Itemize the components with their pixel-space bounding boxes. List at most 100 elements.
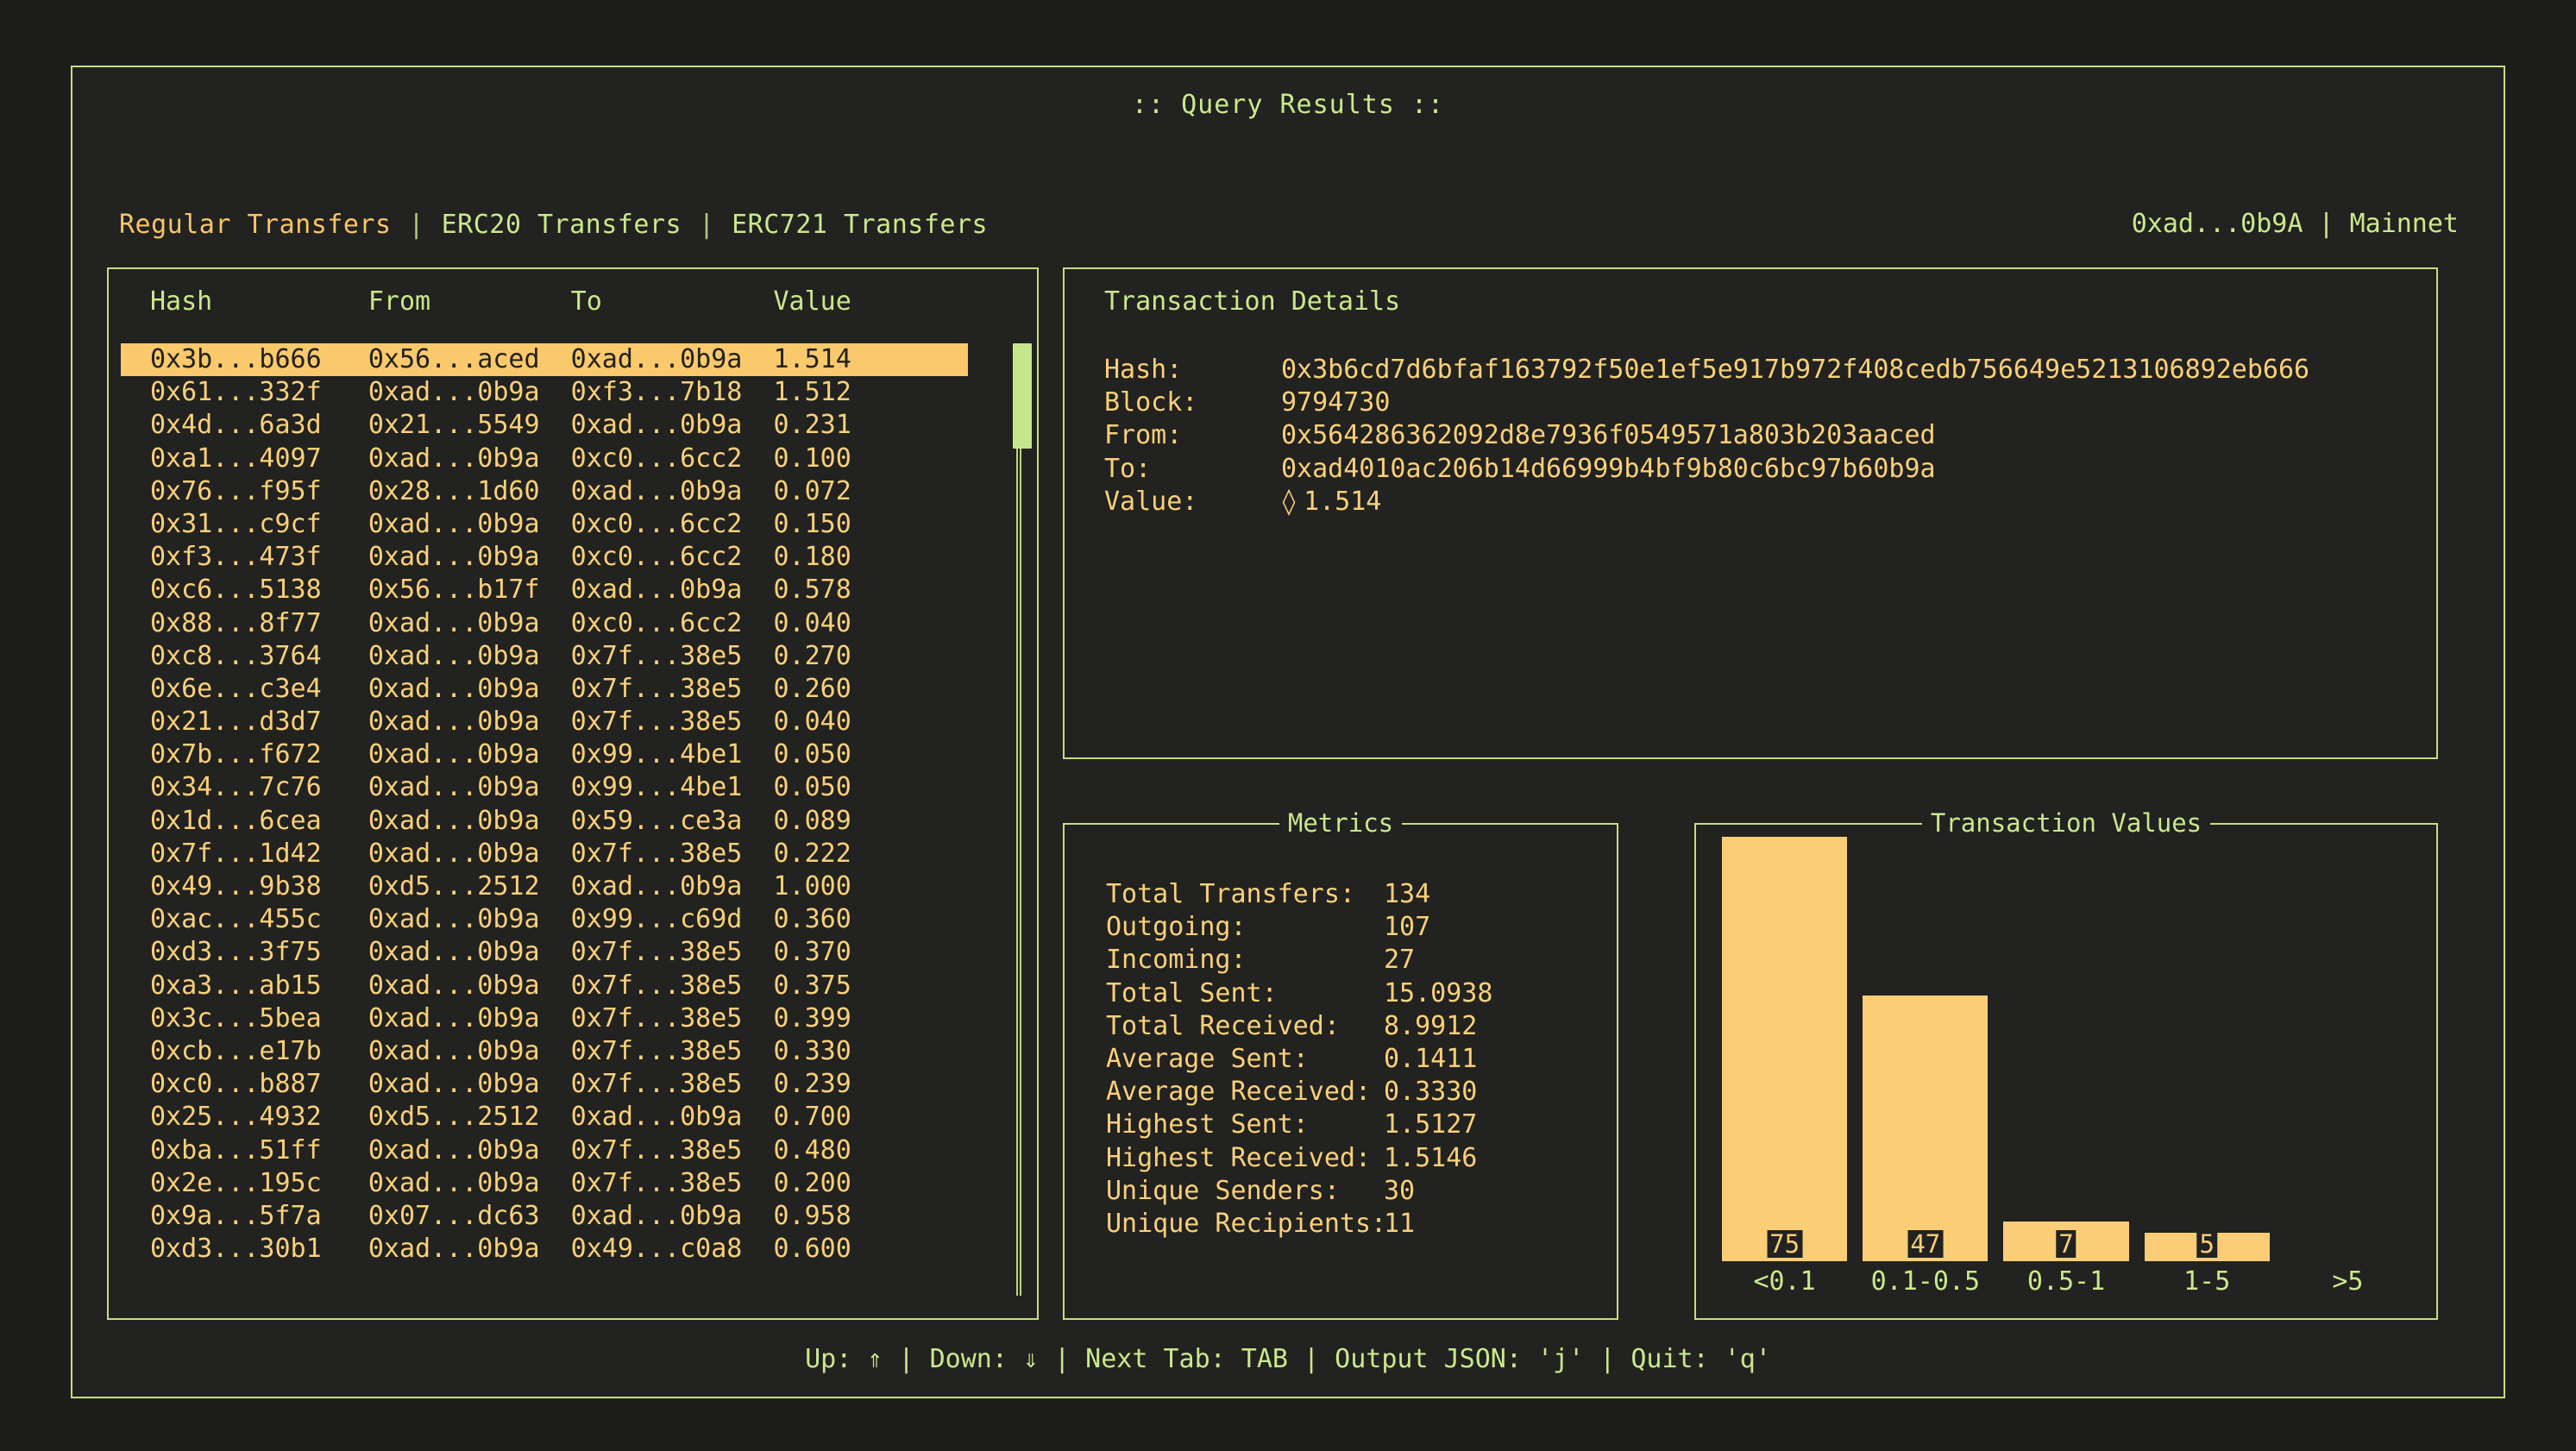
metric-key: Total Transfers:: [1106, 878, 1384, 911]
table-row[interactable]: 0xba...51ff 0xad...0b9a 0x7f...38e5 0.48…: [121, 1134, 999, 1167]
metric-row: Highest Received:1.5146: [1106, 1142, 1605, 1175]
metric-row: Average Received:0.3330: [1106, 1076, 1605, 1109]
detail-row: Block:9794730: [1104, 386, 2419, 419]
table-row[interactable]: 0xa1...4097 0xad...0b9a 0xc0...6cc2 0.10…: [121, 443, 999, 475]
table-row[interactable]: 0x7f...1d42 0xad...0b9a 0x7f...38e5 0.22…: [121, 838, 999, 870]
account-network-status: 0xad...0b9A | Mainnet: [2132, 205, 2459, 243]
application-frame: :: Query Results :: Regular Transfers | …: [71, 66, 2505, 1398]
chart-bar: 7: [2003, 1222, 2128, 1261]
table-row[interactable]: 0xa3...ab15 0xad...0b9a 0x7f...38e5 0.37…: [121, 970, 999, 1002]
chart-x-tick-label: <0.1: [1722, 1263, 1847, 1301]
tab-erc20-transfers[interactable]: ERC20 Transfers: [440, 210, 683, 240]
table-row[interactable]: 0x7b...f672 0xad...0b9a 0x99...4be1 0.05…: [121, 738, 999, 771]
detail-row: From:0x564286362092d8e7936f0549571a803b2…: [1104, 419, 2419, 452]
transaction-values-chart-panel: Transaction Values 754775 <0.10.1-0.50.5…: [1694, 823, 2438, 1320]
metric-key: Highest Received:: [1106, 1142, 1384, 1175]
metric-row: Incoming:27: [1106, 944, 1605, 977]
table-row[interactable]: 0xd3...3f75 0xad...0b9a 0x7f...38e5 0.37…: [121, 936, 999, 969]
table-row[interactable]: 0x76...f95f 0x28...1d60 0xad...0b9a 0.07…: [121, 475, 999, 508]
metric-key: Total Received:: [1106, 1010, 1384, 1043]
table-row[interactable]: 0x34...7c76 0xad...0b9a 0x99...4be1 0.05…: [121, 771, 999, 804]
tab-erc721-transfers[interactable]: ERC721 Transfers: [730, 210, 990, 240]
metric-value: 15.0938: [1384, 977, 1492, 1010]
table-row[interactable]: 0xc6...5138 0x56...b17f 0xad...0b9a 0.57…: [121, 574, 999, 606]
table-row[interactable]: 0x2e...195c 0xad...0b9a 0x7f...38e5 0.20…: [121, 1167, 999, 1200]
table-row[interactable]: 0x4d...6a3d 0x21...5549 0xad...0b9a 0.23…: [121, 409, 999, 442]
table-row[interactable]: 0x49...9b38 0xd5...2512 0xad...0b9a 1.00…: [121, 870, 999, 903]
table-row[interactable]: 0xc8...3764 0xad...0b9a 0x7f...38e5 0.27…: [121, 640, 999, 673]
metric-key: Outgoing:: [1106, 911, 1384, 944]
metric-row: Highest Sent:1.5127: [1106, 1109, 1605, 1141]
table-row[interactable]: 0xac...455c 0xad...0b9a 0x99...c69d 0.36…: [121, 903, 999, 936]
detail-key: Hash:: [1104, 354, 1281, 386]
table-row[interactable]: 0x6e...c3e4 0xad...0b9a 0x7f...38e5 0.26…: [121, 673, 999, 706]
table-row[interactable]: 0x9a...5f7a 0x07...dc63 0xad...0b9a 0.95…: [121, 1200, 999, 1233]
chart-x-tick-label: >5: [2285, 1263, 2410, 1301]
keyboard-help-bar: Up: ⇑ | Down: ⇓ | Next Tab: TAB | Output…: [72, 1344, 2504, 1374]
metric-row: Unique Senders:30: [1106, 1175, 1605, 1208]
detail-row: Hash:0x3b6cd7d6bfaf163792f50e1ef5e917b97…: [1104, 354, 2419, 386]
metric-row: Outgoing:107: [1106, 911, 1605, 944]
table-row[interactable]: 0x3b...b666 0x56...aced 0xad...0b9a 1.51…: [121, 343, 968, 376]
table-scrollbar-thumb[interactable]: [1013, 343, 1032, 449]
table-row[interactable]: 0xcb...e17b 0xad...0b9a 0x7f...38e5 0.33…: [121, 1035, 999, 1068]
transfers-table-body[interactable]: 0x3b...b666 0x56...aced 0xad...0b9a 1.51…: [121, 343, 999, 1308]
table-header-row: Hash From To Value: [150, 286, 851, 317]
detail-value: 0xad4010ac206b14d66999b4bf9b80c6bc97b60b…: [1281, 453, 1936, 486]
table-row[interactable]: 0x3c...5bea 0xad...0b9a 0x7f...38e5 0.39…: [121, 1002, 999, 1035]
table-row[interactable]: 0x88...8f77 0xad...0b9a 0xc0...6cc2 0.04…: [121, 607, 999, 640]
metric-key: Unique Recipients:: [1106, 1208, 1384, 1241]
chart-bar-value-label: 7: [2056, 1230, 2076, 1258]
metric-row: Total Sent:15.0938: [1106, 977, 1605, 1010]
metric-value: 27: [1384, 944, 1415, 977]
chart-x-tick-label: 0.1-0.5: [1863, 1263, 1988, 1301]
transaction-details-list: Hash:0x3b6cd7d6bfaf163792f50e1ef5e917b97…: [1104, 354, 2419, 518]
detail-key: To:: [1104, 453, 1281, 486]
chart-x-axis-labels: <0.1 0.1-0.5 0.5-1 1-5 >5: [1722, 1263, 2410, 1301]
detail-row: To:0xad4010ac206b14d66999b4bf9b80c6bc97b…: [1104, 453, 2419, 486]
metric-value: 1.5127: [1384, 1109, 1477, 1141]
chart-bar-value-label: 5: [2196, 1230, 2216, 1258]
metric-value: 8.9912: [1384, 1010, 1477, 1043]
metric-key: Average Sent:: [1106, 1043, 1384, 1076]
metrics-panel-title: Metrics: [1065, 808, 1617, 838]
chart-x-tick-label: 0.5-1: [2003, 1263, 2128, 1301]
table-row[interactable]: 0x1d...6cea 0xad...0b9a 0x59...ce3a 0.08…: [121, 805, 999, 838]
table-row[interactable]: 0xf3...473f 0xad...0b9a 0xc0...6cc2 0.18…: [121, 541, 999, 574]
page-title: :: Query Results ::: [72, 90, 2504, 120]
detail-key: Block:: [1104, 386, 1281, 419]
metric-row: Total Received:8.9912: [1106, 1010, 1605, 1043]
metric-value: 0.1411: [1384, 1043, 1477, 1076]
tab-separator-2: |: [683, 210, 730, 240]
detail-row: Value:◊1.514: [1104, 486, 2419, 518]
detail-key: Value:: [1104, 486, 1281, 518]
table-row[interactable]: 0x21...d3d7 0xad...0b9a 0x7f...38e5 0.04…: [121, 706, 999, 738]
metric-value: 30: [1384, 1175, 1415, 1208]
table-row[interactable]: 0x61...332f 0xad...0b9a 0xf3...7b18 1.51…: [121, 376, 999, 409]
detail-value: ◊1.514: [1281, 486, 1381, 518]
ethereum-diamond-icon: ◊: [1281, 487, 1304, 517]
chart-bar-column: 5: [2145, 837, 2270, 1261]
chart-plot-area: 754775 <0.10.1-0.50.5-11-5>5: [1713, 837, 2419, 1306]
table-row[interactable]: 0xc0...b887 0xad...0b9a 0x7f...38e5 0.23…: [121, 1068, 999, 1101]
table-row[interactable]: 0x31...c9cf 0xad...0b9a 0xc0...6cc2 0.15…: [121, 508, 999, 541]
chart-bar: 47: [1863, 996, 1988, 1261]
chart-x-tick-label: 1-5: [2145, 1263, 2270, 1301]
table-row[interactable]: 0xd3...30b1 0xad...0b9a 0x49...c0a8 0.60…: [121, 1233, 999, 1266]
chart-bar: 5: [2145, 1233, 2270, 1261]
tab-regular-transfers[interactable]: Regular Transfers: [117, 210, 393, 240]
metric-value: 134: [1384, 878, 1430, 911]
transaction-details-heading: Transaction Details: [1104, 286, 1400, 317]
chart-bar: 75: [1722, 837, 1847, 1261]
metric-row: Average Sent:0.1411: [1106, 1043, 1605, 1076]
metrics-list: Total Transfers:134Outgoing:107Incoming:…: [1106, 878, 1605, 1241]
metric-value: 0.3330: [1384, 1076, 1477, 1109]
metric-row: Unique Recipients:11: [1106, 1208, 1605, 1241]
table-row[interactable]: 0x25...4932 0xd5...2512 0xad...0b9a 0.70…: [121, 1101, 999, 1134]
metric-key: Unique Senders:: [1106, 1175, 1384, 1208]
chart-bar-column: 75: [1722, 837, 1847, 1261]
chart-bars: 754775: [1722, 837, 2410, 1261]
chart-bar-column: 7: [2003, 837, 2128, 1261]
table-scrollbar-track[interactable]: [1016, 343, 1021, 1296]
tab-bar: Regular Transfers | ERC20 Transfers | ER…: [72, 205, 2504, 243]
